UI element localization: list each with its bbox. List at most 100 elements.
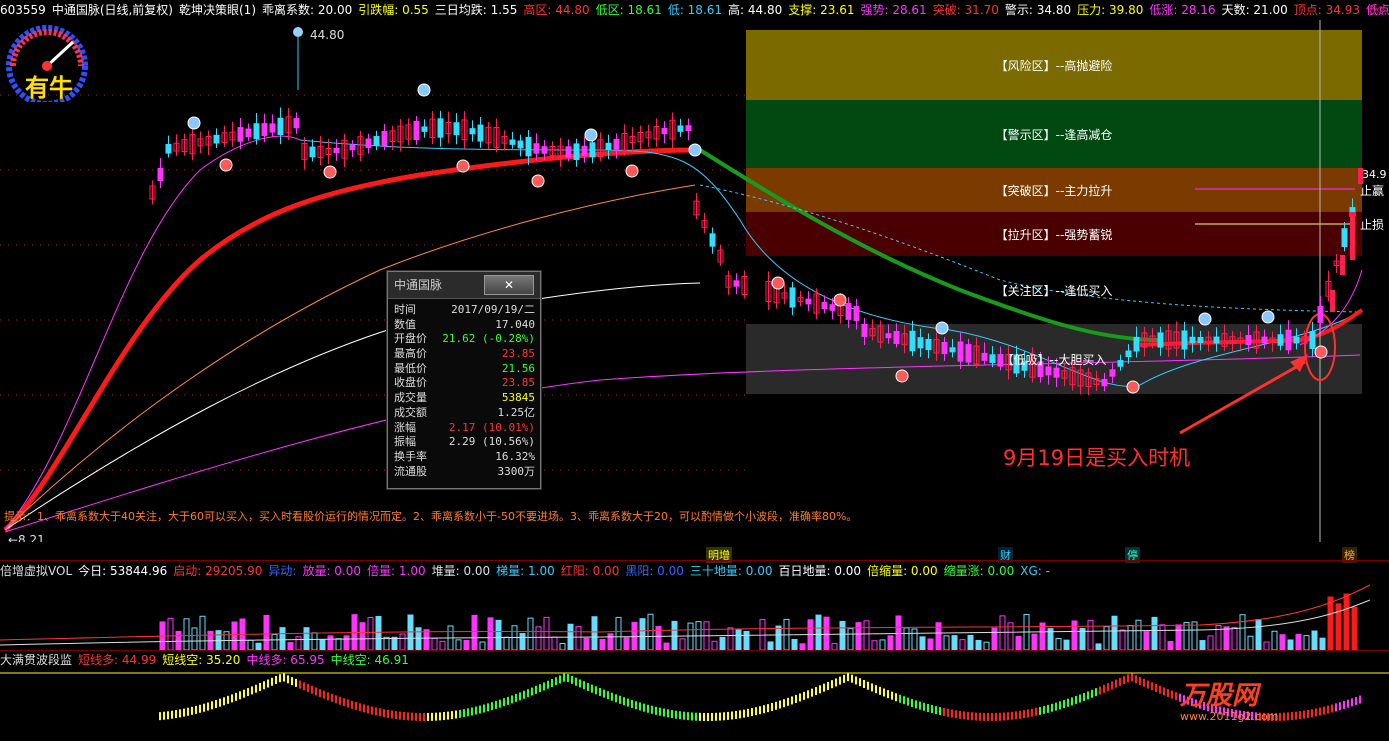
volume-bar xyxy=(607,633,614,650)
candle-body xyxy=(533,143,540,154)
candle-body xyxy=(437,118,444,138)
candle-body xyxy=(381,131,388,146)
volume-bar xyxy=(1111,615,1118,650)
volume-header[interactable]: 倍增虚拟VOL 今日: 53844.96 启动: 29205.90 异动: 放量: 0.… xyxy=(0,562,1056,580)
popup-row: 时间 2017/09/19/二 xyxy=(388,303,540,318)
popup-value: 2.29 (10.56%) xyxy=(448,435,535,449)
wave-item: 短线空: 35.20 xyxy=(162,653,241,667)
sell-marker xyxy=(417,83,431,97)
candle-body xyxy=(525,136,532,157)
candle-body xyxy=(1053,367,1060,378)
candle-body xyxy=(829,304,836,311)
stock-code[interactable]: 603559 xyxy=(0,3,46,17)
candle-body xyxy=(413,120,420,140)
popup-header[interactable]: 中通国脉 ✕ xyxy=(388,272,540,299)
candle-body xyxy=(677,125,684,132)
volume-bar xyxy=(735,629,742,650)
popup-value: 2017/09/19/二 xyxy=(451,303,535,316)
volume-bar xyxy=(183,618,190,650)
candle-body xyxy=(1285,329,1292,351)
candle-body xyxy=(365,138,372,148)
zone-label: 【低吸】--大胆买入 xyxy=(1001,353,1107,367)
candle-body xyxy=(469,128,476,135)
popup-key: 时间 xyxy=(394,303,416,316)
sell-marker xyxy=(187,116,201,130)
indicator-name[interactable]: 乾坤决策眼(1) xyxy=(179,3,256,17)
volume-bar xyxy=(383,636,390,650)
volume-bar xyxy=(1191,621,1198,650)
data-popup[interactable]: 中通国脉 ✕ 时间 2017/09/19/二 数值 17.040 开盘价 21.62 (-… xyxy=(387,271,541,489)
volume-bar xyxy=(1143,631,1150,650)
buy-marker xyxy=(1126,380,1140,394)
popup-row: 最高价 23.85 xyxy=(388,347,540,362)
candle-body xyxy=(453,122,460,136)
volume-item: 红阳: 0.00 xyxy=(560,564,620,578)
volume-bar xyxy=(391,636,398,650)
candle-body xyxy=(1277,334,1284,346)
popup-value: 3300万 xyxy=(497,464,536,478)
popup-key: 收盘价 xyxy=(394,376,427,390)
volume-bar xyxy=(743,630,750,650)
volume-bar xyxy=(967,634,974,650)
popup-row: 最低价 21.56 xyxy=(388,362,540,377)
popup-value: 53845 xyxy=(501,391,535,405)
volume-bar xyxy=(991,627,998,650)
volume-bar xyxy=(1223,626,1230,650)
candle-body xyxy=(581,145,588,157)
popup-key: 振幅 xyxy=(394,435,416,449)
candle-body xyxy=(1157,332,1164,348)
volume-item: 倍缩量: 0.00 xyxy=(867,564,938,578)
ma-orange xyxy=(4,184,696,531)
candle-body xyxy=(685,125,692,132)
volume-item: 异动: xyxy=(268,564,297,578)
popup-key: 成交额 xyxy=(394,405,427,419)
candle-body xyxy=(1181,330,1188,350)
buy-marker xyxy=(895,369,909,383)
popup-title: 中通国脉 xyxy=(394,278,443,292)
volume-bar xyxy=(1287,639,1294,650)
popup-row: 成交量 53845 xyxy=(388,391,540,406)
popup-key: 成交量 xyxy=(394,391,427,405)
volume-bar xyxy=(1031,633,1038,650)
volume-chart[interactable] xyxy=(0,580,1389,650)
popup-row: 振幅 2.29 (10.56%) xyxy=(388,435,540,450)
volume-bar xyxy=(1063,639,1070,650)
popup-value: 23.85 xyxy=(501,376,535,390)
volume-bar xyxy=(911,628,918,650)
volume-bar xyxy=(1271,630,1278,650)
volume-bar xyxy=(687,622,694,650)
volume-bar xyxy=(1279,634,1286,650)
wave-header[interactable]: 大满贯波段监 短线多: 44.99 短线空: 35.20 中线多: 65.95 中线空:… xyxy=(0,651,415,667)
candle-body xyxy=(909,330,916,352)
candle-body xyxy=(213,134,220,144)
popup-value: 16.32% xyxy=(495,449,535,463)
volume-item: 倍量: 1.00 xyxy=(367,564,426,578)
popup-value: 17.040 xyxy=(495,317,535,331)
candle-body xyxy=(373,136,380,146)
volume-bar xyxy=(551,636,558,650)
close-button[interactable]: ✕ xyxy=(484,275,534,295)
volume-bar xyxy=(311,632,318,650)
buy-marker xyxy=(625,164,639,178)
volume-bar xyxy=(679,638,686,650)
volume-bar xyxy=(855,622,862,650)
candle-body xyxy=(1317,306,1324,323)
volume-item: 缩量涨: 0.00 xyxy=(943,564,1015,578)
candle-body xyxy=(853,306,860,321)
stock-name-period[interactable]: 中通国脉(日线,前复权) xyxy=(52,3,173,17)
candle-body xyxy=(245,128,252,138)
volume-bar xyxy=(463,640,470,650)
low-price-label: ←8.21 xyxy=(8,533,45,542)
header-nav-icons[interactable]: ◇◇ xyxy=(1368,3,1385,16)
volume-bar xyxy=(407,614,414,650)
zone-label: 【拉升区】--强势蓄锐 xyxy=(995,228,1113,242)
candle-body xyxy=(589,142,596,158)
candle-body xyxy=(573,143,580,161)
candle-body xyxy=(917,337,924,349)
volume-bar xyxy=(199,615,206,650)
volume-bar xyxy=(319,639,326,650)
header-item: 高: 44.80 xyxy=(728,3,783,17)
sell-marker xyxy=(935,321,949,335)
volume-bar xyxy=(727,627,734,650)
header-item: 低涨: 28.16 xyxy=(1149,3,1216,17)
